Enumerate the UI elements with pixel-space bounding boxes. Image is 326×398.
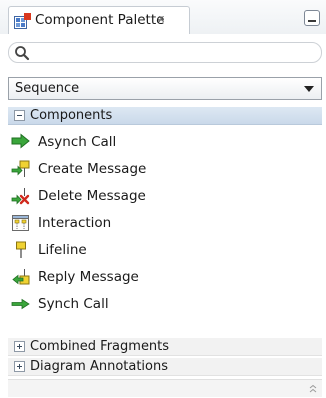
palette-item-delete-message[interactable]: Delete Message bbox=[8, 184, 322, 208]
item-label: Asynch Call bbox=[38, 134, 117, 150]
tab-title: Component Palette bbox=[35, 12, 165, 28]
palette-item-reply-message[interactable]: Reply Message bbox=[8, 265, 322, 289]
palette-item-synch-call[interactable]: Synch Call bbox=[8, 292, 322, 316]
search-field[interactable] bbox=[8, 42, 322, 63]
item-label: Interaction bbox=[38, 215, 112, 231]
item-label: Delete Message bbox=[38, 188, 146, 204]
chevron-down-icon bbox=[304, 86, 314, 92]
palette-item-interaction[interactable]: Interaction bbox=[8, 211, 322, 235]
selected-page: Sequence bbox=[15, 81, 80, 96]
section-label: Diagram Annotations bbox=[30, 359, 169, 374]
palette-icon bbox=[14, 13, 31, 29]
collapse-icon[interactable] bbox=[14, 110, 25, 121]
item-label: Create Message bbox=[38, 161, 147, 177]
interaction-icon bbox=[11, 214, 31, 232]
search-icon bbox=[14, 45, 30, 61]
item-label: Reply Message bbox=[38, 269, 139, 285]
lifeline-icon bbox=[11, 241, 31, 259]
search-input[interactable] bbox=[35, 44, 309, 62]
section-label: Combined Fragments bbox=[30, 339, 170, 354]
section-header-diagram-annotations[interactable]: Diagram Annotations bbox=[8, 358, 322, 376]
create-message-icon bbox=[11, 160, 31, 178]
minimize-button[interactable] bbox=[304, 10, 320, 26]
async-call-arrow-icon bbox=[11, 133, 31, 151]
section-header-components[interactable]: Components bbox=[8, 107, 322, 125]
palette-item-asynch-call[interactable]: Asynch Call bbox=[8, 130, 322, 154]
scroll-up-icon[interactable] bbox=[308, 383, 318, 393]
sync-call-arrow-icon bbox=[11, 295, 31, 313]
expand-icon[interactable] bbox=[14, 341, 25, 352]
tab-component-palette[interactable]: Component Palette x bbox=[8, 6, 190, 34]
palette-item-create-message[interactable]: Create Message bbox=[8, 157, 322, 181]
page-selector-dropdown[interactable]: Sequence bbox=[8, 77, 322, 100]
section-header-combined-fragments[interactable]: Combined Fragments bbox=[8, 338, 322, 356]
item-label: Synch Call bbox=[38, 296, 109, 312]
tab-strip: Component Palette x bbox=[0, 0, 326, 34]
item-label: Lifeline bbox=[38, 242, 87, 258]
expand-icon[interactable] bbox=[14, 361, 25, 372]
palette-item-lifeline[interactable]: Lifeline bbox=[8, 238, 322, 262]
scroll-bar bbox=[8, 379, 322, 397]
close-icon[interactable]: x bbox=[158, 12, 165, 25]
section-label: Components bbox=[30, 108, 113, 123]
reply-message-icon bbox=[11, 268, 31, 286]
delete-message-icon bbox=[11, 187, 31, 205]
